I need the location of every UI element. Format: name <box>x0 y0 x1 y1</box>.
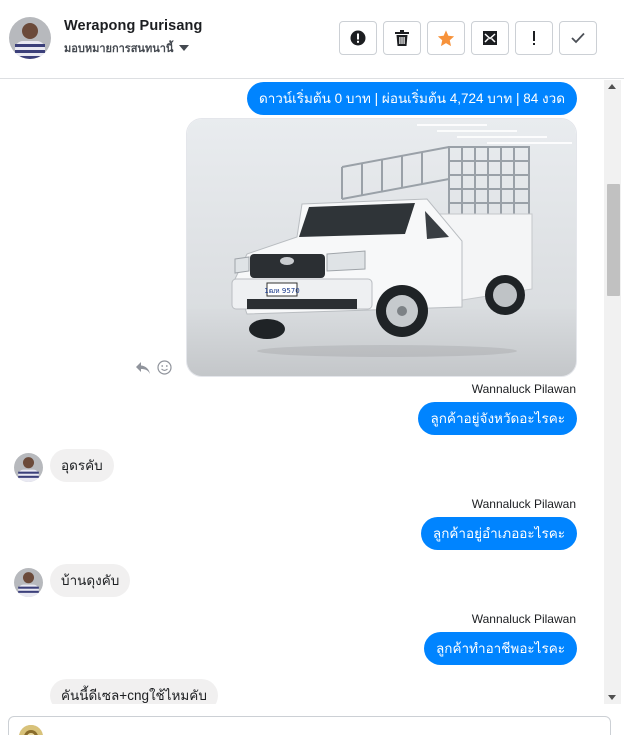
sender-name: Wannaluck Pilawan <box>471 612 576 626</box>
conversation-header: Werapong Purisang มอบหมายการสนทนานี้ <box>0 0 624 79</box>
license-plate-text: 1ฒห 9570 <box>264 287 299 295</box>
page-avatar <box>19 725 43 735</box>
incoming-message: บ้านดุงคับ <box>50 564 131 597</box>
envelope-icon <box>483 31 497 45</box>
scrollbar-thumb[interactable] <box>607 184 620 296</box>
check-icon <box>571 32 585 44</box>
sender-name: Wannaluck Pilawan <box>471 497 576 511</box>
message-thread[interactable]: ดาวน์เริ่มต้น 0 บาท | ผ่อนเริ่มต้น 4,724… <box>0 80 605 704</box>
incoming-message: อุดรคับ <box>50 449 114 482</box>
assign-label: มอบหมายการสนทนานี้ <box>64 43 174 55</box>
message-composer[interactable] <box>8 716 611 735</box>
mark-unread-button[interactable] <box>471 21 509 55</box>
scroll-down-arrow-icon[interactable] <box>608 695 616 700</box>
chat-scrollbar[interactable] <box>604 80 621 704</box>
conversation-actions <box>339 21 597 55</box>
contact-name: Werapong Purisang <box>64 18 203 34</box>
emoji-reaction-icon[interactable] <box>157 360 172 375</box>
caret-down-icon <box>179 45 190 51</box>
outgoing-message: ดาวน์เริ่มต้น 0 บาท | ผ่อนเริ่มต้น 4,724… <box>246 82 577 115</box>
truck-photo[interactable]: 1ฒห 9570 <box>186 118 577 377</box>
reply-icon[interactable] <box>135 361 151 375</box>
trash-icon <box>395 30 409 46</box>
mark-spam-button[interactable] <box>339 21 377 55</box>
outgoing-message: ลูกค้าอยู่อำเภออะไรคะ <box>420 517 577 550</box>
mark-done-button[interactable] <box>559 21 597 55</box>
delete-button[interactable] <box>383 21 421 55</box>
outgoing-message: ลูกค้าอยู่จังหวัดอะไรคะ <box>418 402 577 435</box>
star-button[interactable] <box>427 21 465 55</box>
contact-avatar-small <box>14 453 43 482</box>
contact-avatar[interactable] <box>9 17 51 59</box>
sender-name: Wannaluck Pilawan <box>471 382 576 396</box>
exclamation-icon <box>533 31 535 45</box>
incoming-message: คันนี้ดีเซล+cngใช้ไหมคับ <box>50 679 218 704</box>
contact-avatar-small <box>14 568 43 597</box>
star-icon <box>437 29 455 46</box>
outgoing-message: ลูกค้าทำอาชีพอะไรคะ <box>424 632 577 665</box>
message-tools <box>135 360 172 375</box>
assign-conversation-dropdown[interactable]: มอบหมายการสนทนานี้ <box>64 39 190 57</box>
follow-up-button[interactable] <box>515 21 553 55</box>
alert-circle-icon <box>350 30 366 46</box>
scroll-up-arrow-icon[interactable] <box>608 84 616 89</box>
